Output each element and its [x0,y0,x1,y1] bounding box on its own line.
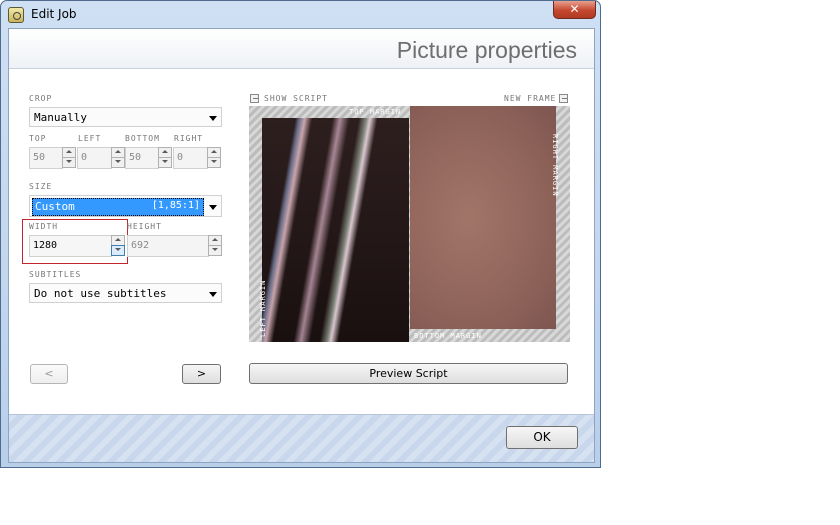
ok-button[interactable]: OK [506,426,578,449]
height-spinner[interactable]: 692 [127,235,222,257]
crop-top-input[interactable]: 50 [29,147,63,169]
dialog-footer: OK [9,414,594,462]
spin-down-icon[interactable] [158,157,172,168]
subtitles-dropdown[interactable]: Do not use subtitles [29,283,222,303]
preview-frame-original [262,118,409,342]
crop-top-spinner[interactable]: 50 [29,147,77,169]
frame-preview: TOP MARGIN BOTTOM MARGIN LEFT MARGIN RIG… [249,106,570,342]
crop-left-input[interactable]: 0 [77,147,112,169]
right-margin-label: RIGHT MARGIN [551,134,559,197]
top-margin-label: TOP MARGIN [349,108,402,116]
chevron-down-icon [209,292,217,297]
left-margin-label: LEFT MARGIN [259,279,267,337]
width-label: WIDTH [29,222,59,231]
width-value: 1280 [33,240,58,251]
next-button[interactable]: > [182,364,221,384]
chevron-down-icon [209,205,217,210]
crop-right-spinner[interactable]: 0 [173,147,222,169]
close-button[interactable]: ✕ [553,1,596,19]
crop-top-label: TOP [29,134,47,143]
show-script-checkbox-icon[interactable] [250,94,259,103]
window-title: Edit Job [31,7,77,21]
dialog-header: Picture properties [9,29,594,69]
new-frame-label[interactable]: NEW FRAME [504,94,556,103]
crop-bottom-label: BOTTOM [125,134,160,143]
subtitles-value: Do not use subtitles [34,287,167,300]
app-icon[interactable] [8,7,24,23]
subtitles-label: SUBTITLES [29,270,82,279]
chevron-down-icon [209,116,217,121]
close-icon: ✕ [569,2,580,16]
crop-left-label: LEFT [78,134,102,143]
width-input[interactable]: 1280 [29,235,112,257]
page-title: Picture properties [396,37,577,63]
crop-top-value: 50 [33,152,46,163]
size-label: SIZE [29,182,53,191]
title-bar[interactable]: Edit Job ✕ [1,1,600,27]
bottom-margin-label: BOTTOM MARGIN [414,332,482,340]
dialog-client-area: Picture properties CROP Manually TOP LEF… [8,28,595,463]
crop-bottom-input[interactable]: 50 [125,147,159,169]
size-preset-dropdown[interactable]: Custom [1,85:1] [29,195,222,217]
crop-mode-dropdown[interactable]: Manually [29,107,222,127]
previous-button[interactable]: < [30,364,68,384]
size-ratio-value: [1,85:1] [151,200,200,211]
preview-frame-cropped [410,106,556,329]
height-label: HEIGHT [127,222,162,231]
crop-label: CROP [29,94,53,103]
edit-job-window: Edit Job ✕ Picture properties CROP Manua… [0,0,601,468]
crop-bottom-spinner[interactable]: 50 [125,147,173,169]
crop-right-value: 0 [177,152,184,163]
crop-left-spinner[interactable]: 0 [77,147,125,169]
width-spinner[interactable]: 1280 [29,235,125,257]
height-value: 692 [131,240,150,251]
spin-down-icon[interactable] [111,157,125,168]
preview-script-button[interactable]: Preview Script [249,363,568,384]
crop-left-value: 0 [81,152,88,163]
size-preset-selection: Custom [1,85:1] [32,198,204,216]
show-script-label[interactable]: SHOW SCRIPT [264,94,328,103]
new-frame-checkbox-icon[interactable] [559,94,568,103]
height-input[interactable]: 692 [127,235,209,257]
spin-down-icon[interactable] [62,157,76,168]
crop-bottom-value: 50 [129,152,142,163]
spin-down-icon[interactable] [208,245,222,256]
crop-mode-value: Manually [34,111,87,124]
size-preset-value: Custom [35,200,75,213]
spin-down-icon[interactable] [207,157,221,168]
crop-right-input[interactable]: 0 [173,147,208,169]
crop-right-label: RIGHT [174,134,204,143]
spin-down-icon[interactable] [111,245,125,256]
